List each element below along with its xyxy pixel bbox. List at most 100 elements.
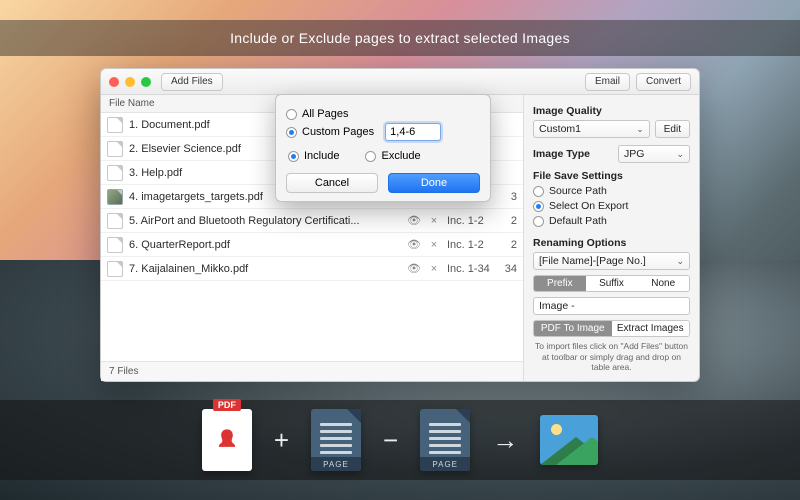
import-hint: To import files click on "Add Files" but… [533,341,690,373]
done-button[interactable]: Done [388,173,480,193]
custom-pages-label: Custom Pages [302,126,374,138]
save-default-path[interactable]: Default Path [533,215,690,227]
page-range: Inc. 1-34 [447,263,493,275]
image-quality-label: Image Quality [533,105,690,117]
save-source-path-label: Source Path [549,185,607,197]
image-count: 2 [499,239,517,251]
image-count: 2 [499,215,517,227]
remove-icon[interactable]: × [427,238,441,252]
minus-icon: − [383,425,398,456]
plus-icon: + [274,425,289,456]
rename-pattern-select[interactable]: [File Name]-[Page No.] ⌄ [533,252,690,270]
radio-icon [365,151,376,162]
all-pages-label: All Pages [302,108,348,120]
page-include-icon: PAGE [311,409,361,471]
rename-pattern-value: [File Name]-[Page No.] [539,255,646,267]
remove-icon[interactable]: × [427,262,441,276]
seg-pdf-to-image[interactable]: PDF To Image [534,321,612,336]
file-name: 5. AirPort and Bluetooth Regulatory Cert… [129,215,401,227]
seg-none[interactable]: None [637,276,689,291]
file-name: 6. QuarterReport.pdf [129,239,401,251]
file-count-label: 7 Files [109,366,138,377]
pdf-badge-label: PDF [213,399,241,411]
exclude-option[interactable]: Exclude [365,150,420,162]
column-filename-label: File Name [109,98,155,109]
promo-banner: Include or Exclude pages to extract sele… [0,20,800,56]
table-row[interactable]: 5. AirPort and Bluetooth Regulatory Cert… [101,209,523,233]
page-range-popover: All Pages Custom Pages 1,4-6 Include Exc… [275,94,491,202]
save-select-on-export-label: Select On Export [549,200,628,212]
renaming-label: Renaming Options [533,237,690,249]
page-label: PAGE [311,457,361,471]
close-icon[interactable] [109,77,119,87]
pdf-icon: PDF [202,409,252,471]
status-bar: 7 Files [101,361,523,381]
image-type-select[interactable]: JPG ⌄ [618,145,690,163]
titlebar: Add Files Email Convert [101,69,699,95]
image-type-value: JPG [624,148,644,160]
cancel-button[interactable]: Cancel [286,173,378,193]
image-quality-value: Custom1 [539,123,581,135]
minimize-icon[interactable] [125,77,135,87]
convert-button[interactable]: Convert [636,73,691,91]
arrow-right-icon: → [492,425,518,456]
page-exclude-icon: PAGE [420,409,470,471]
chevron-down-icon: ⌄ [636,124,644,135]
save-select-on-export[interactable]: Select On Export [533,200,690,212]
rename-prefix-input[interactable]: Image - [533,297,690,315]
image-type-label: Image Type [533,148,613,160]
remove-icon[interactable]: × [427,214,441,228]
settings-panel: Image Quality Custom1 ⌄ Edit Image Type … [524,95,699,381]
seg-extract-images[interactable]: Extract Images [612,321,690,336]
all-pages-option[interactable]: All Pages [286,108,480,120]
image-count: 34 [499,263,517,275]
include-label: Include [304,150,339,162]
preview-icon[interactable]: 👁 [407,214,421,228]
custom-pages-value: 1,4-6 [390,126,415,138]
file-save-label: File Save Settings [533,170,690,182]
radio-icon [533,186,544,197]
preview-icon[interactable]: 👁 [407,262,421,276]
file-thumb-icon [107,141,123,157]
save-source-path[interactable]: Source Path [533,185,690,197]
page-range: Inc. 1-2 [447,215,493,227]
table-row[interactable]: 6. QuarterReport.pdf 👁 × Inc. 1-2 2 [101,233,523,257]
preview-icon[interactable]: 👁 [407,238,421,252]
chevron-down-icon: ⌄ [676,149,684,160]
image-quality-select[interactable]: Custom1 ⌄ [533,120,650,138]
custom-pages-input[interactable]: 1,4-6 [385,123,441,141]
file-thumb-icon [107,237,123,253]
exclude-label: Exclude [381,150,420,162]
illustration-banner: PDF + PAGE − PAGE → [0,400,800,480]
file-thumb-icon [107,213,123,229]
add-files-button[interactable]: Add Files [161,73,223,91]
page-label: PAGE [420,457,470,471]
radio-icon [533,216,544,227]
file-thumb-icon [107,165,123,181]
file-thumb-icon [107,189,123,205]
table-row[interactable]: 7. Kaijalainen_Mikko.pdf 👁 × Inc. 1-34 34 [101,257,523,281]
promo-text: Include or Exclude pages to extract sele… [230,30,570,46]
image-count: 3 [499,191,517,203]
save-default-path-label: Default Path [549,215,607,227]
radio-icon [286,127,297,138]
rename-prefix-value: Image - [539,300,575,312]
custom-pages-option[interactable]: Custom Pages 1,4-6 [286,123,480,141]
file-thumb-icon [107,261,123,277]
seg-suffix[interactable]: Suffix [586,276,638,291]
rename-position-segment[interactable]: Prefix Suffix None [533,275,690,292]
zoom-icon[interactable] [141,77,151,87]
include-option[interactable]: Include [288,150,339,162]
image-output-icon [540,415,598,465]
seg-prefix[interactable]: Prefix [534,276,586,291]
radio-icon [286,109,297,120]
window-controls [109,77,151,87]
edit-quality-button[interactable]: Edit [655,120,690,138]
chevron-down-icon: ⌄ [676,256,684,267]
email-button[interactable]: Email [585,73,630,91]
radio-icon [288,151,299,162]
file-name: 7. Kaijalainen_Mikko.pdf [129,263,401,275]
page-range: Inc. 1-2 [447,239,493,251]
mode-segment[interactable]: PDF To Image Extract Images [533,320,690,337]
radio-icon [533,201,544,212]
